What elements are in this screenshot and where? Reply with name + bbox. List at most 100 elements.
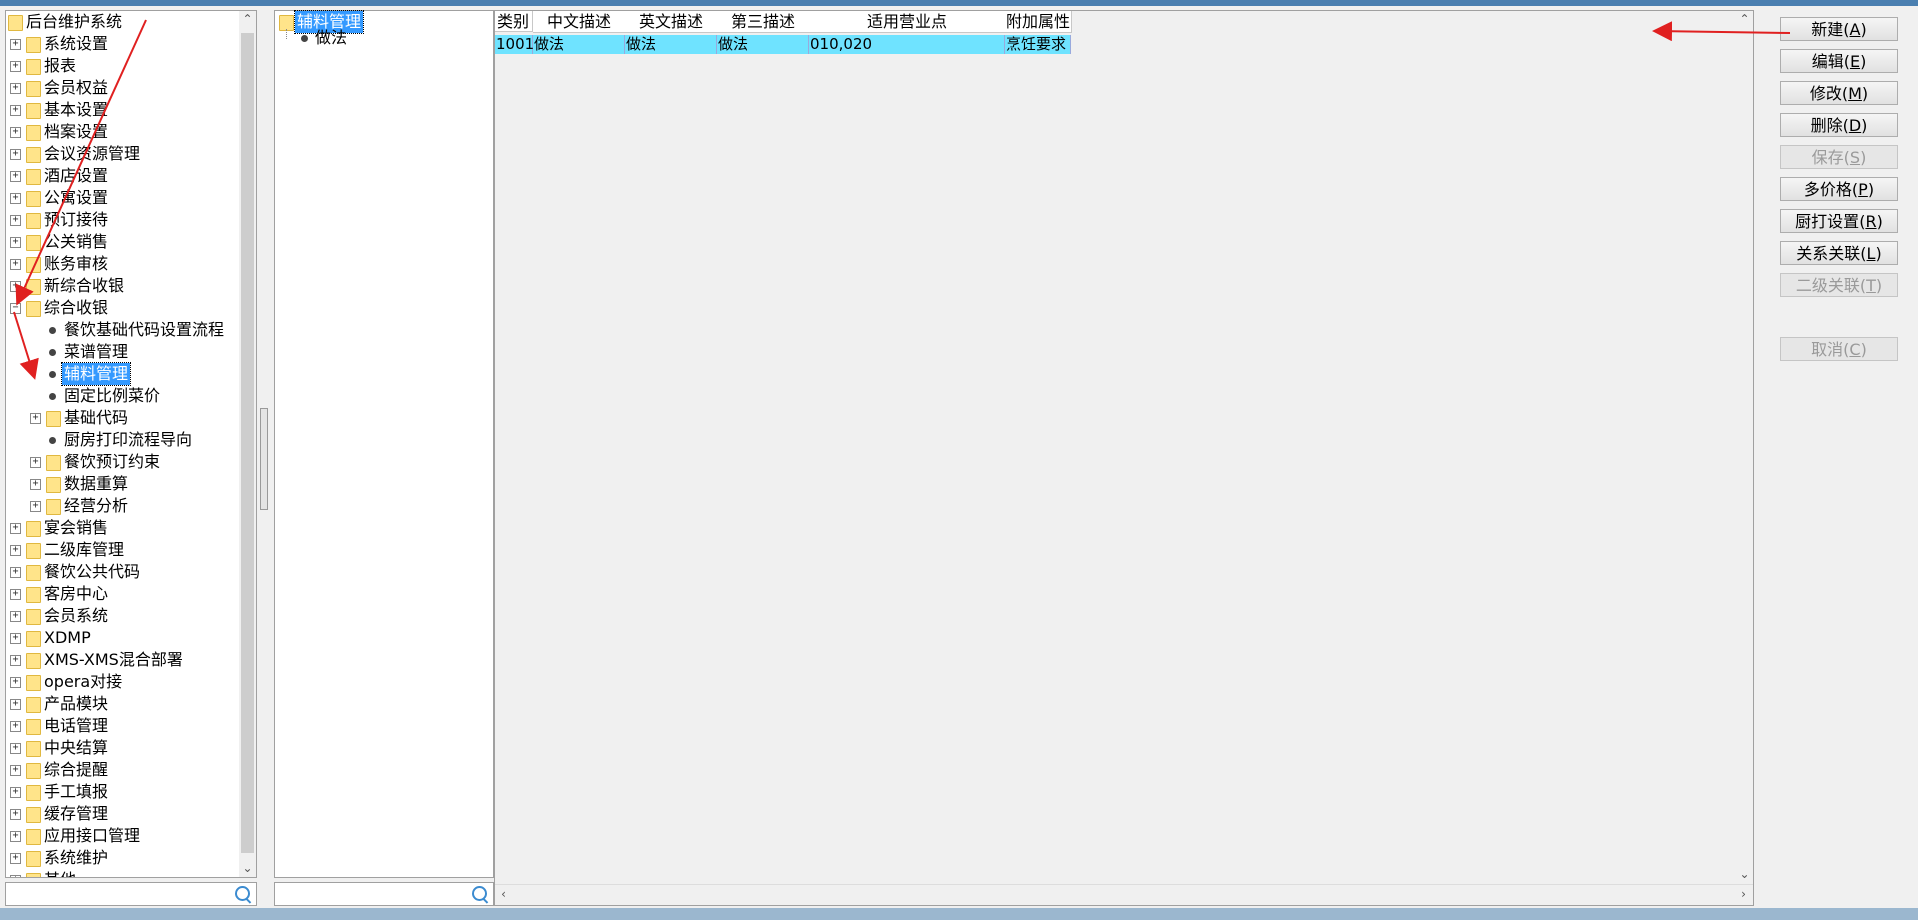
scroll-down-icon[interactable]: ⌄: [239, 860, 256, 877]
expand-icon[interactable]: +: [10, 853, 21, 864]
column-header[interactable]: 中文描述: [533, 11, 626, 33]
tree-item-label: 餐饮基础代码设置流程: [64, 320, 225, 339]
grid-vertical-scrollbar[interactable]: ⌃ ⌄: [1736, 11, 1753, 883]
expand-icon[interactable]: +: [30, 501, 41, 512]
kitchen-print-button[interactable]: 厨打设置(R): [1780, 209, 1898, 233]
folder-icon: [26, 829, 41, 845]
expand-icon[interactable]: +: [10, 875, 21, 877]
button-label: 删除: [1810, 116, 1843, 135]
scroll-up-icon[interactable]: ⌃: [239, 11, 256, 28]
search-icon[interactable]: [235, 886, 250, 901]
expand-icon[interactable]: +: [10, 105, 21, 116]
expand-icon[interactable]: +: [30, 479, 41, 490]
tree-item-label: 账务审核: [44, 254, 109, 273]
expand-icon[interactable]: +: [10, 677, 21, 688]
folder-icon: [26, 257, 41, 273]
expand-icon[interactable]: +: [10, 545, 21, 556]
table-cell: 做法: [717, 35, 809, 54]
expand-icon[interactable]: +: [10, 39, 21, 50]
relation-button[interactable]: 关系关联(L): [1780, 241, 1898, 265]
collapse-icon[interactable]: −: [10, 303, 21, 314]
nav-tree[interactable]: 后台维护系统 + 系统设置 + 报表 + 会员权益 + 基本设置 + 档案设置 + 会议资源管理 + 酒店设…: [5, 10, 257, 878]
expand-icon[interactable]: +: [30, 413, 41, 424]
folder-icon: [26, 587, 41, 603]
tree-item-label: 酒店设置: [44, 166, 109, 185]
data-grid[interactable]: 类别 中文描述 英文描述 第三描述 适用营业点 附加属性 1001 做法 做法 做法 010,02…: [494, 10, 1754, 906]
expand-icon[interactable]: +: [10, 567, 21, 578]
tree-item-label: 电话管理: [44, 716, 109, 735]
panel-splitter[interactable]: [260, 408, 268, 510]
search-icon[interactable]: [472, 886, 487, 901]
column-header[interactable]: 适用营业点: [809, 11, 1006, 33]
folder-icon: [26, 697, 41, 713]
tree-item-label: 餐饮公共代码: [44, 562, 141, 581]
expand-icon[interactable]: +: [10, 259, 21, 270]
folder-icon: [26, 631, 41, 647]
scroll-up-icon[interactable]: ⌃: [1736, 11, 1753, 28]
folder-icon: [8, 15, 23, 31]
expand-icon[interactable]: +: [10, 699, 21, 710]
tree-item-label: 公寓设置: [44, 188, 109, 207]
expand-icon[interactable]: +: [10, 61, 21, 72]
modify-button[interactable]: 修改(M): [1780, 81, 1898, 105]
expand-icon[interactable]: +: [10, 127, 21, 138]
column-header[interactable]: 第三描述: [717, 11, 810, 33]
expand-icon[interactable]: +: [10, 149, 21, 160]
button-label: 二级关联: [1795, 276, 1860, 295]
tree-item-label: 客房中心: [44, 584, 109, 603]
paren-close: ): [1867, 180, 1875, 199]
tree-item-label: 基本设置: [44, 100, 109, 119]
folder-icon: [46, 477, 61, 493]
expand-icon[interactable]: +: [10, 743, 21, 754]
expand-icon[interactable]: +: [10, 281, 21, 292]
edit-button[interactable]: 编辑(E): [1780, 49, 1898, 73]
expand-icon[interactable]: +: [10, 809, 21, 820]
grid-horizontal-scrollbar[interactable]: ‹ ›: [495, 884, 1753, 905]
expand-icon[interactable]: +: [10, 215, 21, 226]
expand-icon[interactable]: +: [10, 193, 21, 204]
expand-icon[interactable]: +: [10, 831, 21, 842]
expand-icon[interactable]: +: [10, 633, 21, 644]
tree-item-label: 档案设置: [44, 122, 109, 141]
new-button[interactable]: 新建(A): [1780, 17, 1898, 41]
tree-item-label: 系统设置: [44, 34, 109, 53]
expand-icon[interactable]: +: [10, 523, 21, 534]
expand-icon[interactable]: +: [30, 457, 41, 468]
category-search-input[interactable]: [274, 882, 494, 906]
expand-icon[interactable]: +: [10, 721, 21, 732]
expand-icon[interactable]: +: [10, 83, 21, 94]
scroll-thumb[interactable]: [241, 33, 254, 853]
tree-item-label: 数据重算: [64, 474, 129, 493]
column-header[interactable]: 英文描述: [625, 11, 718, 33]
button-shortcut-key: D: [1848, 116, 1862, 135]
paren-close: ): [1875, 276, 1883, 295]
expand-icon[interactable]: +: [10, 787, 21, 798]
folder-icon: [26, 147, 41, 163]
expand-icon[interactable]: +: [10, 171, 21, 182]
expand-icon[interactable]: +: [10, 237, 21, 248]
expand-icon[interactable]: +: [10, 611, 21, 622]
cancel-button[interactable]: 取消(C): [1780, 337, 1898, 361]
multi-price-button[interactable]: 多价格(P): [1780, 177, 1898, 201]
scroll-right-icon[interactable]: ›: [1735, 886, 1752, 903]
bullet-icon: [49, 349, 56, 356]
button-shortcut-key: T: [1866, 276, 1876, 295]
delete-button[interactable]: 删除(D): [1780, 113, 1898, 137]
bullet-icon: [301, 35, 308, 42]
nav-tree-scrollbar[interactable]: ⌃ ⌄: [239, 11, 256, 877]
second-relation-button[interactable]: 二级关联(T): [1780, 273, 1898, 297]
scroll-left-icon[interactable]: ‹: [495, 886, 512, 903]
column-header[interactable]: 类别: [495, 11, 533, 32]
tree-item-label: 后台维护系统: [26, 12, 123, 31]
save-button[interactable]: 保存(S): [1780, 145, 1898, 169]
expand-icon[interactable]: +: [10, 655, 21, 666]
scroll-down-icon[interactable]: ⌄: [1736, 866, 1753, 883]
expand-icon[interactable]: +: [10, 765, 21, 776]
folder-icon: [46, 411, 61, 427]
expand-icon[interactable]: +: [10, 589, 21, 600]
tree-item-label: 基础代码: [64, 408, 129, 427]
nav-search-input[interactable]: [5, 882, 257, 906]
category-tree[interactable]: 辅料管理 做法: [274, 10, 494, 878]
column-header[interactable]: 附加属性: [1005, 11, 1072, 33]
button-label: 修改: [1809, 84, 1842, 103]
